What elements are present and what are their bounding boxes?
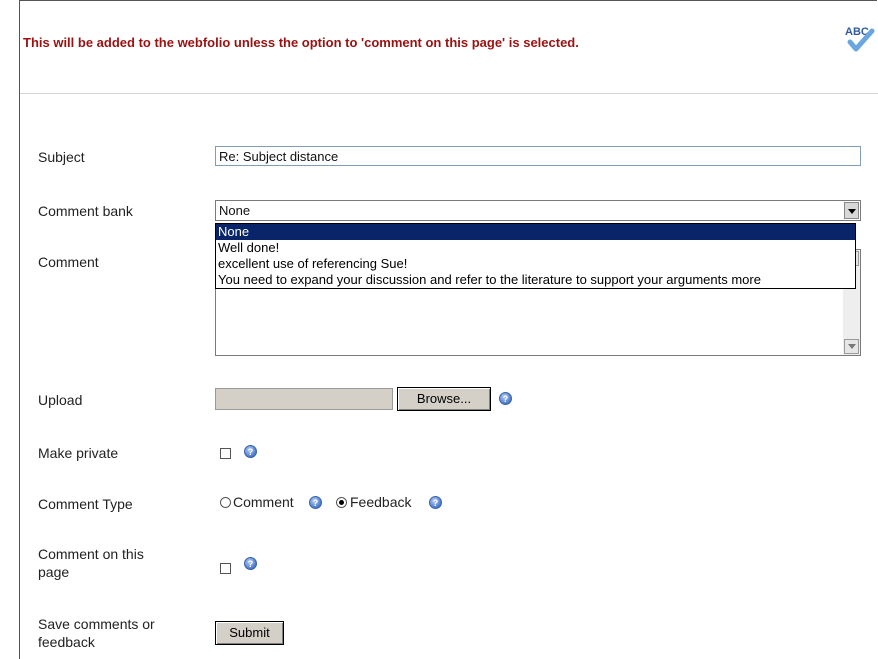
comment-type-label: Comment Type bbox=[38, 496, 133, 512]
spellcheck-icon[interactable]: ABC bbox=[842, 22, 876, 56]
subject-input[interactable] bbox=[215, 146, 861, 166]
comment-type-option-label: Comment bbox=[233, 494, 294, 510]
divider bbox=[20, 93, 878, 94]
submit-button[interactable]: Submit bbox=[215, 621, 284, 645]
comment-bank-selected-value: None bbox=[219, 203, 251, 218]
comment-bank-select[interactable]: None bbox=[215, 200, 861, 221]
upload-label: Upload bbox=[38, 392, 83, 408]
scroll-down-button[interactable] bbox=[844, 339, 859, 354]
comment-on-page-checkbox[interactable] bbox=[220, 563, 231, 574]
save-label-line2: feedback bbox=[38, 634, 95, 650]
help-icon[interactable]: ? bbox=[244, 445, 257, 458]
help-icon[interactable]: ? bbox=[309, 496, 322, 509]
upload-file-field[interactable] bbox=[215, 388, 393, 410]
comment-bank-dropdown: None Well done! excellent use of referen… bbox=[215, 223, 856, 289]
comment-bank-label: Comment bank bbox=[38, 203, 133, 219]
comment-on-page-label-line1: Comment on this bbox=[38, 546, 144, 562]
dropdown-option[interactable]: excellent use of referencing Sue! bbox=[216, 256, 855, 272]
help-icon[interactable]: ? bbox=[499, 392, 512, 405]
webfolio-notice: This will be added to the webfolio unles… bbox=[23, 35, 579, 50]
dropdown-option[interactable]: Well done! bbox=[216, 240, 855, 256]
make-private-checkbox[interactable] bbox=[220, 448, 231, 459]
browse-button[interactable]: Browse... bbox=[397, 387, 491, 411]
comment-type-radio-comment[interactable] bbox=[220, 497, 231, 508]
save-label: Save comments or feedback bbox=[38, 615, 155, 651]
chevron-down-icon[interactable] bbox=[844, 202, 859, 219]
comment-type-option-label: Feedback bbox=[350, 494, 412, 510]
dropdown-option[interactable]: You need to expand your discussion and r… bbox=[216, 272, 855, 288]
comment-on-page-label: Comment on this page bbox=[38, 545, 144, 581]
comment-label: Comment bbox=[38, 254, 99, 270]
make-private-label: Make private bbox=[38, 445, 119, 461]
help-icon[interactable]: ? bbox=[244, 557, 257, 570]
dropdown-option[interactable]: None bbox=[216, 224, 855, 240]
save-label-line1: Save comments or bbox=[38, 616, 155, 632]
comment-on-page-label-line2: page bbox=[38, 564, 70, 580]
subject-label: Subject bbox=[38, 149, 85, 165]
help-icon[interactable]: ? bbox=[429, 496, 442, 509]
comment-type-radio-feedback[interactable] bbox=[336, 497, 347, 508]
